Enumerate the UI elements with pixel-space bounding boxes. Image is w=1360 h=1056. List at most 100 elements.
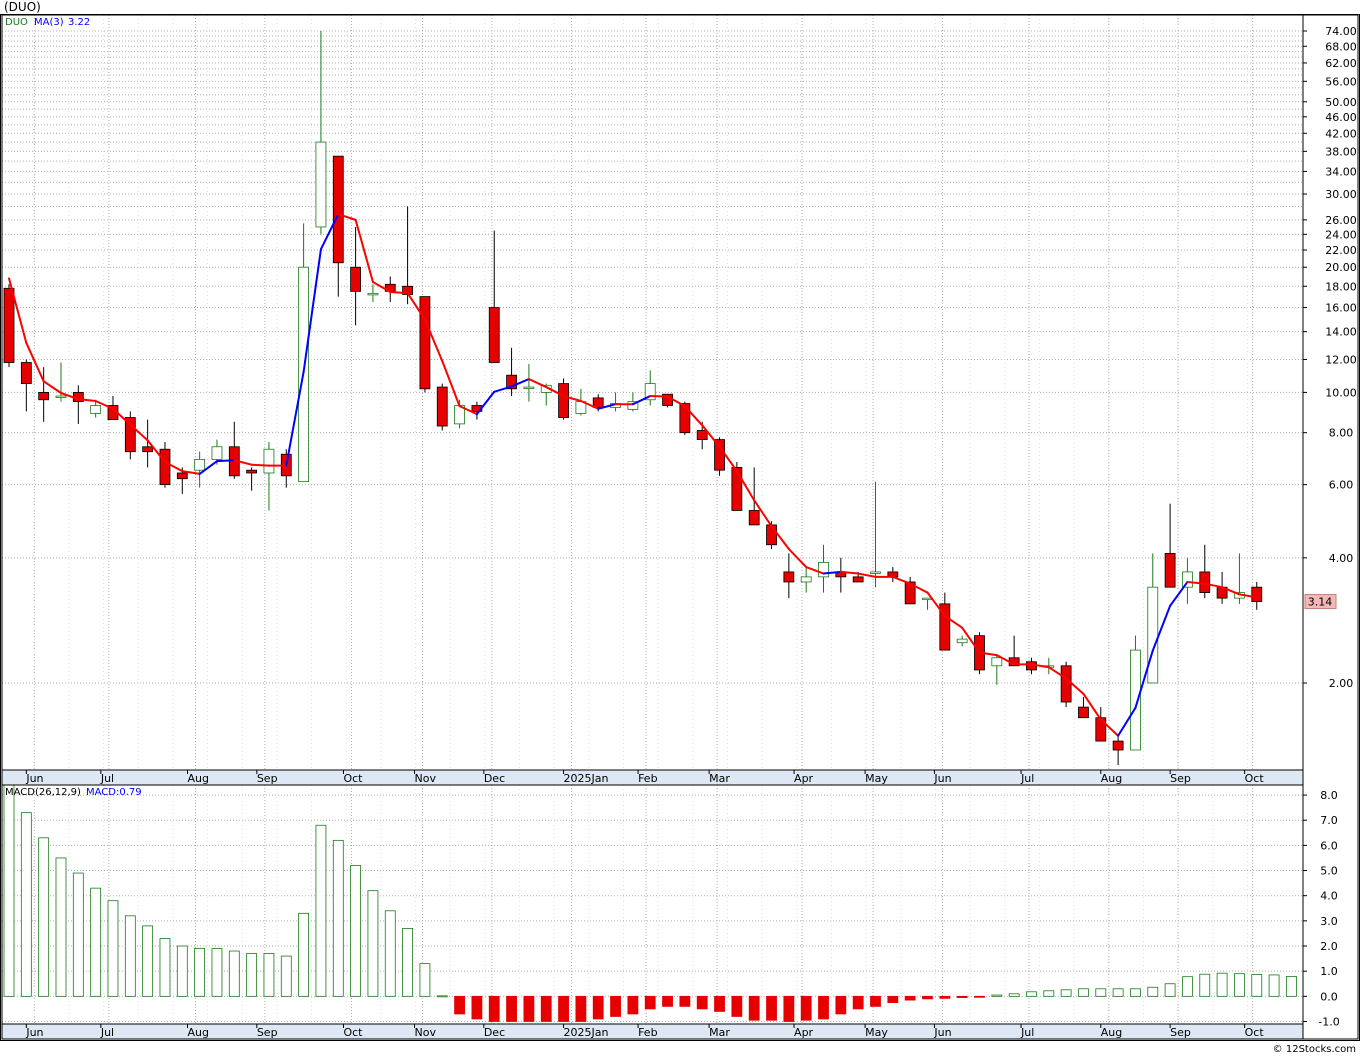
macd-bar [3, 784, 15, 997]
month-label: Sep [1170, 1026, 1191, 1039]
month-label: Sep [257, 1026, 278, 1039]
macd-bar [783, 995, 795, 1022]
candle-body [748, 510, 760, 526]
macd-bar [679, 995, 691, 1007]
macd-bar [263, 953, 275, 997]
macd-bar [558, 995, 569, 1022]
macd-y-tick-label: 1.0 [1320, 965, 1338, 978]
month-label: Jun [25, 1026, 43, 1039]
candle [1182, 557, 1193, 604]
macd-bar [454, 995, 465, 1015]
candle [523, 364, 535, 402]
month-label: Sep [257, 772, 278, 785]
macd-bar [159, 938, 171, 997]
macd-bar [436, 995, 448, 998]
ma-segment [857, 572, 877, 578]
y-tick-label: 16.00 [1325, 302, 1357, 315]
macd-bar [419, 963, 431, 997]
macd-y-tick-label: 8.0 [1320, 789, 1338, 802]
month-label: Jun [933, 1026, 951, 1039]
macd-bar [887, 995, 899, 1004]
candle [315, 31, 327, 235]
macd-bar [350, 865, 362, 997]
candle [800, 567, 812, 593]
macd-bar [644, 995, 656, 1010]
candle [1199, 544, 1211, 599]
month-label: Jul [1020, 772, 1034, 785]
macd-bar [194, 948, 206, 997]
macd-bar [1268, 974, 1280, 997]
macd-bar [939, 995, 951, 999]
y-tick-label: 8.00 [1329, 427, 1354, 440]
candle-body [436, 386, 448, 427]
candle [1008, 635, 1020, 667]
macd-bar [142, 925, 154, 997]
macd-bar [540, 995, 552, 1022]
month-label: 2025Jan [564, 1026, 609, 1039]
macd-bar [696, 995, 708, 1010]
y-tick-label: 12.00 [1325, 353, 1357, 366]
candle [280, 449, 292, 488]
candle [818, 544, 829, 593]
candle [610, 392, 621, 412]
candle-body [1182, 571, 1193, 588]
candle [124, 411, 136, 460]
candle [991, 653, 1003, 685]
candle-body [55, 395, 67, 398]
macd-bar [72, 872, 84, 997]
macd-bar [367, 890, 379, 997]
y-tick-label: 42.00 [1325, 127, 1357, 140]
macd-bar [124, 915, 136, 997]
macd-bar [1147, 986, 1159, 997]
month-label: Oct [343, 772, 363, 785]
candle-body [1078, 706, 1089, 719]
outer-frame [0, 14, 1360, 1041]
y-tick-label: 4.00 [1329, 552, 1354, 565]
macd-bar [523, 995, 535, 1022]
candle-body [956, 638, 968, 644]
candle-body [592, 397, 604, 408]
candle-body [350, 266, 362, 292]
macd-y-tick-label: 6.0 [1320, 839, 1338, 852]
macd-bar [402, 928, 413, 997]
candle [904, 576, 916, 605]
candle-body [159, 448, 171, 486]
macd-axis: 8.0 7.0 6.0 5.0 4.0 3.0 2.0 1.0 0.0 -1.0 [1303, 789, 1340, 1028]
y-tick-label: 30.00 [1325, 188, 1357, 201]
month-label: Aug [187, 772, 208, 785]
macd-bar [1286, 976, 1297, 997]
month-label: 2025Jan [564, 772, 609, 785]
macd-bar [766, 995, 777, 1021]
candle [55, 362, 67, 402]
month-label: Jul [1020, 1026, 1034, 1039]
candle [835, 557, 847, 593]
candle [419, 296, 431, 393]
y-tick-label: 2.00 [1329, 677, 1354, 690]
month-label: Aug [1101, 1026, 1122, 1039]
candle-body [558, 383, 569, 418]
macd-bar [748, 995, 760, 1021]
y-tick-label: 34.00 [1325, 165, 1357, 178]
candle-body [1147, 586, 1159, 684]
candle-body [1060, 665, 1072, 703]
candle [783, 553, 795, 599]
macd-bar [55, 857, 67, 997]
candle-body [332, 155, 344, 264]
y-tick-label: 14.00 [1325, 326, 1357, 339]
candle-body [142, 446, 154, 453]
candle [20, 359, 32, 412]
month-label: Sep [1170, 772, 1191, 785]
candle-body [679, 403, 691, 434]
y-tick-label: 26.00 [1325, 214, 1357, 227]
macd-y-tick-label: 3.0 [1320, 915, 1338, 928]
macd-bar [1182, 976, 1193, 997]
macd-bar [610, 995, 621, 1017]
macd-bar [1216, 972, 1228, 997]
macd-bar [90, 887, 102, 997]
y-tick-label: 10.00 [1325, 386, 1357, 399]
macd-bar [956, 995, 968, 998]
candle-body [870, 571, 881, 574]
candle-body [991, 657, 1003, 667]
y-tick-label: 38.00 [1325, 145, 1357, 158]
candle-body [419, 296, 431, 390]
